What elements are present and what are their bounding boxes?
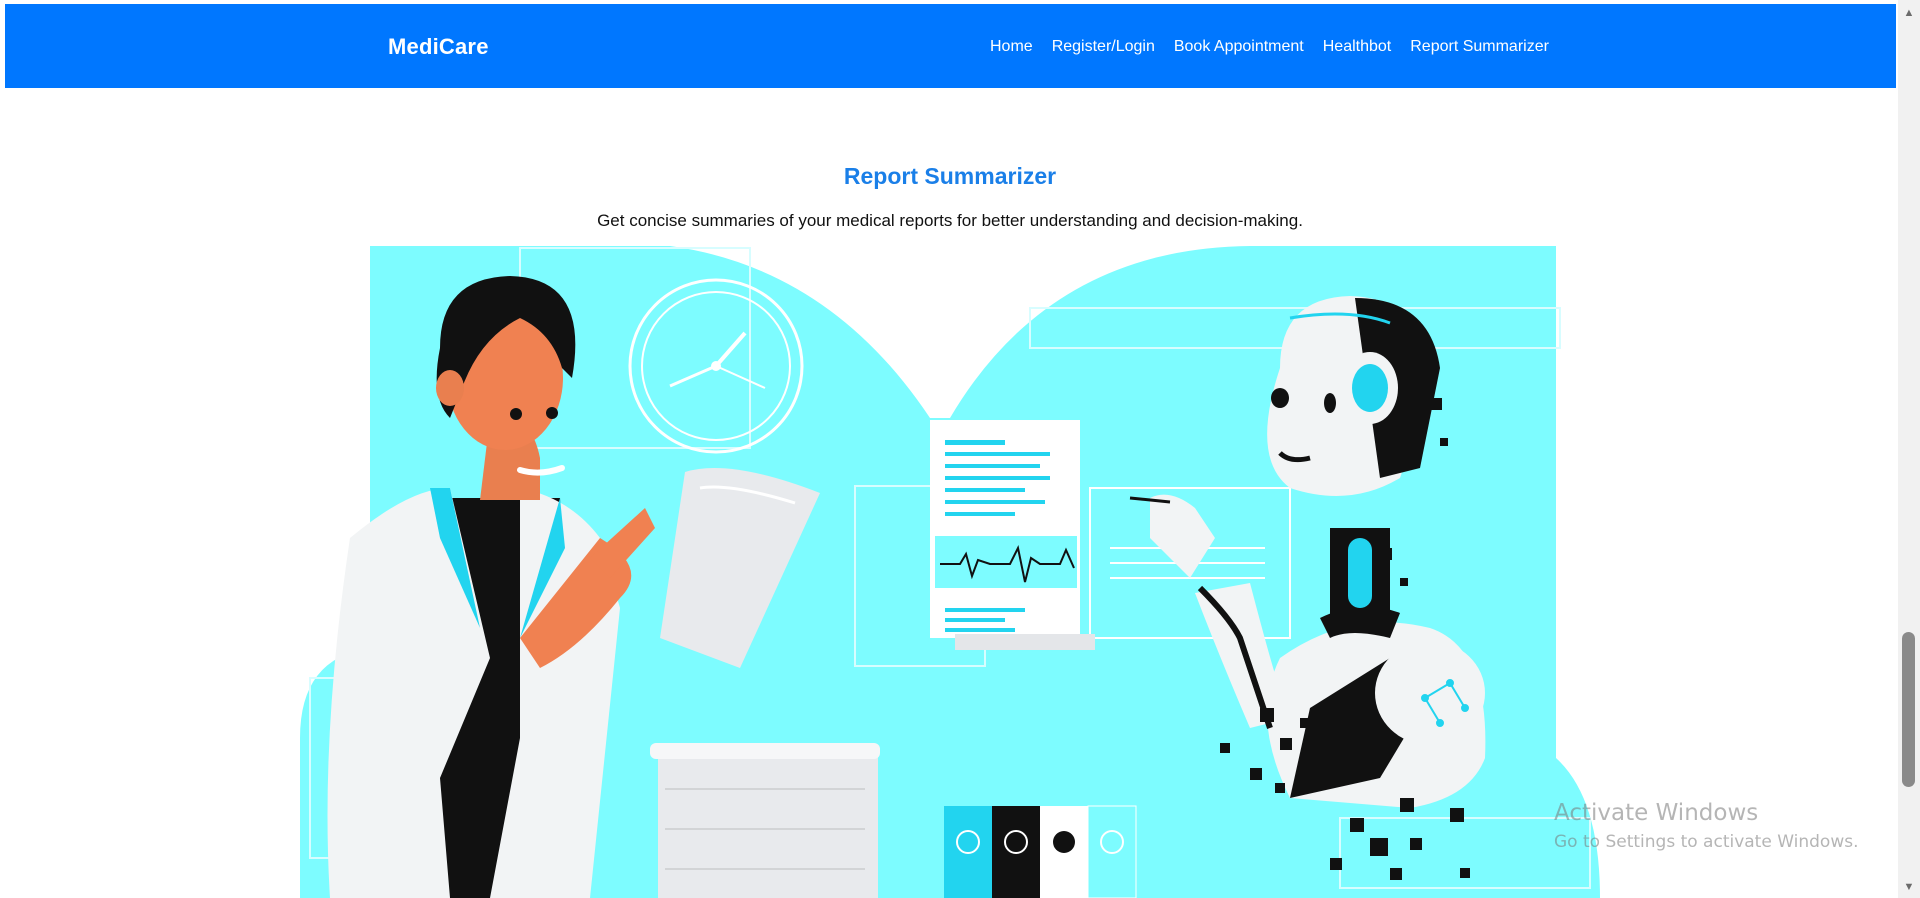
nav-link-register-login[interactable]: Register/Login <box>1052 38 1155 56</box>
doctor-robot-report-illustration <box>300 246 1600 898</box>
page-title: Report Summarizer <box>843 163 1057 190</box>
brand-logo[interactable]: MediCare <box>388 34 489 60</box>
nav-link-healthbot[interactable]: Healthbot <box>1323 38 1392 56</box>
paper-stack <box>650 743 880 898</box>
nav-link-report-summarizer[interactable]: Report Summarizer <box>1410 38 1549 56</box>
vertical-scrollbar[interactable]: ▲ ▼ <box>1898 0 1920 898</box>
binders <box>944 805 1137 898</box>
page-subtitle: Get concise summaries of your medical re… <box>597 211 1303 230</box>
navbar: MediCare Home Register/Login Book Appoin… <box>5 4 1896 88</box>
medical-report-sheet <box>930 420 1095 650</box>
scroll-down-arrow-icon[interactable]: ▼ <box>1898 878 1920 896</box>
nav-links: Home Register/Login Book Appointment Hea… <box>990 38 1568 56</box>
watermark-title: Activate Windows <box>1554 800 1759 826</box>
nav-link-home[interactable]: Home <box>990 38 1033 56</box>
scroll-up-arrow-icon[interactable]: ▲ <box>1898 4 1920 22</box>
windows-activation-watermark: Activate Windows Go to Settings to activ… <box>1554 800 1859 852</box>
nav-link-book-appointment[interactable]: Book Appointment <box>1174 38 1304 56</box>
scrollbar-thumb[interactable] <box>1902 632 1915 787</box>
watermark-subtitle: Go to Settings to activate Windows. <box>1554 832 1859 852</box>
browser-viewport: MediCare Home Register/Login Book Appoin… <box>0 0 1920 898</box>
